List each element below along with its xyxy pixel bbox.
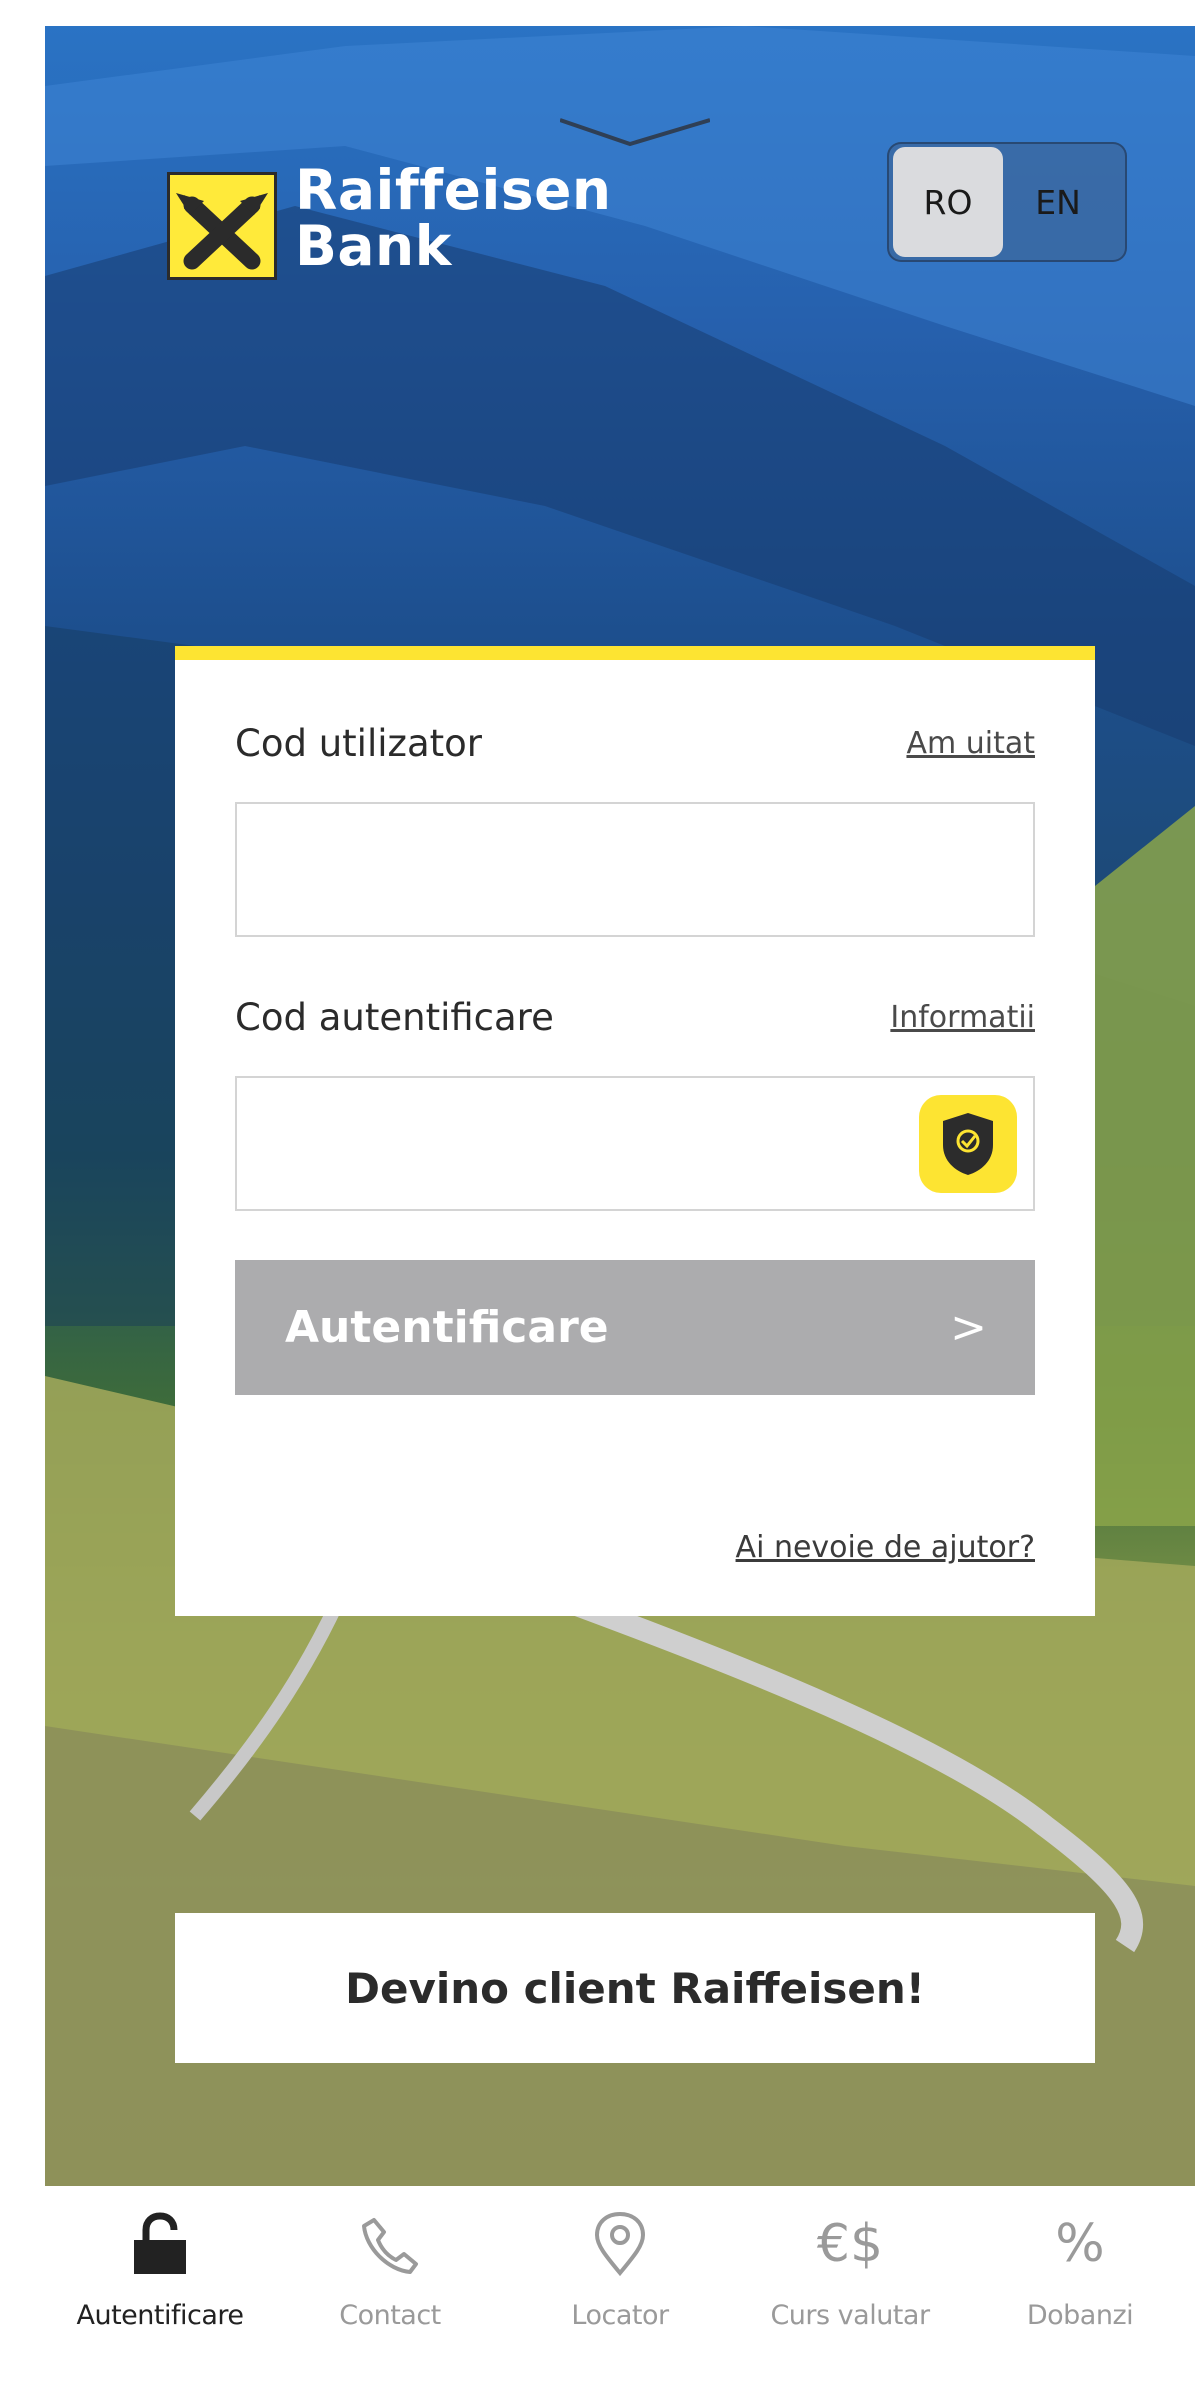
percent-glyph: %: [1055, 2214, 1105, 2274]
chevron-right-icon: >: [950, 1302, 987, 1353]
submit-label: Autentificare: [285, 1302, 609, 1353]
brand-name-line2: Bank: [295, 214, 452, 278]
lock-icon: [132, 2206, 188, 2282]
login-submit-button[interactable]: Autentificare >: [235, 1260, 1035, 1395]
currency-glyph: €$: [816, 2214, 884, 2274]
location-pin-icon: [593, 2206, 647, 2282]
auth-code-label: Cod autentificare: [235, 996, 554, 1039]
shield-check-icon[interactable]: [919, 1095, 1017, 1193]
info-link[interactable]: Informatii: [890, 1000, 1035, 1035]
become-client-button[interactable]: Devino client Raiffeisen!: [175, 1913, 1095, 2063]
login-screen: Raiffeisen Bank RO EN Cod utilizator Am …: [45, 26, 1195, 2374]
help-link[interactable]: Ai nevoie de ajutor?: [736, 1530, 1035, 1565]
nav-label-autentificare: Autentificare: [76, 2300, 245, 2331]
phone-icon: [360, 2206, 420, 2282]
brand-name-line1: Raiffeisen: [295, 158, 612, 222]
brand-logo: Raiffeisen Bank: [167, 142, 627, 282]
currency-icon: €$: [817, 2206, 883, 2282]
language-ro-button[interactable]: RO: [893, 147, 1003, 257]
nav-label-curs-valutar: Curs valutar: [770, 2300, 930, 2331]
nav-item-dobanzi[interactable]: % Dobanzi: [965, 2186, 1195, 2374]
brand-name: Raiffeisen Bank: [295, 162, 612, 274]
nav-label-contact: Contact: [339, 2300, 441, 2331]
nav-item-contact[interactable]: Contact: [275, 2186, 505, 2374]
login-card: Cod utilizator Am uitat Cod autentificar…: [175, 646, 1095, 1616]
raiffeisen-cross-icon: [167, 172, 277, 280]
nav-item-autentificare[interactable]: Autentificare: [45, 2186, 275, 2374]
username-input[interactable]: [235, 802, 1035, 937]
username-label: Cod utilizator: [235, 722, 482, 765]
bottom-nav: Autentificare Contact Locator €$ Curs va…: [45, 2186, 1195, 2374]
nav-item-curs-valutar[interactable]: €$ Curs valutar: [735, 2186, 965, 2374]
language-en-button[interactable]: EN: [1003, 147, 1113, 257]
nav-label-dobanzi: Dobanzi: [1026, 2300, 1134, 2331]
auth-code-input[interactable]: [235, 1076, 1035, 1211]
nav-item-locator[interactable]: Locator: [505, 2186, 735, 2374]
forgot-link[interactable]: Am uitat: [906, 726, 1035, 761]
language-switch: RO EN: [887, 142, 1127, 262]
nav-label-locator: Locator: [571, 2300, 669, 2331]
percent-icon: %: [1055, 2206, 1104, 2282]
